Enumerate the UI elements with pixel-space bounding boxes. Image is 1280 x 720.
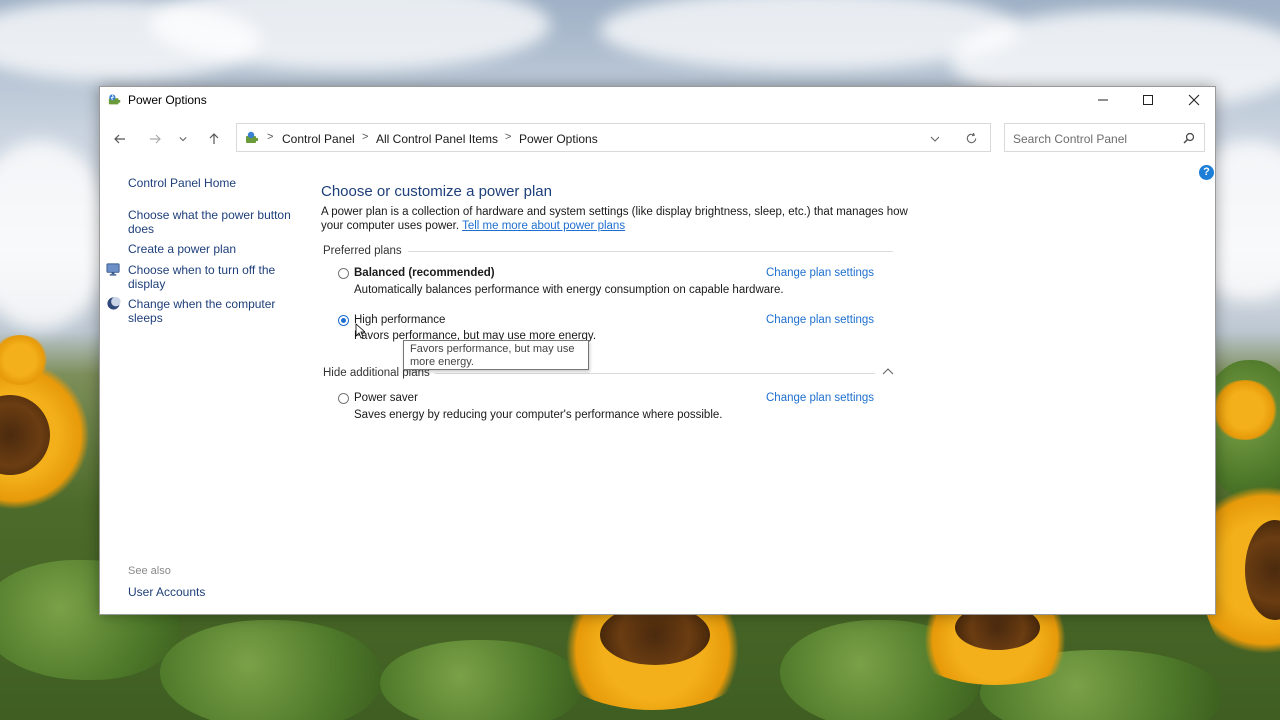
sidebar-item-power-button[interactable]: Choose what the power button does [128,208,298,236]
arrow-up-icon [209,133,219,144]
plan-name-high-performance[interactable]: High performance [354,314,445,326]
title-bar[interactable]: Power Options [100,87,1215,113]
tooltip: Favors performance, but may use more ene… [403,340,589,370]
plan-name-balanced[interactable]: Balanced (recommended) [354,267,495,279]
window-title: Power Options [128,93,207,107]
chevron-up-icon[interactable] [882,367,894,377]
change-plan-settings-high-performance[interactable]: Change plan settings [766,314,874,326]
tell-me-more-link[interactable]: Tell me more about power plans [462,220,625,232]
recent-locations-button[interactable] [177,130,189,148]
leaf [160,620,380,720]
forward-button[interactable] [146,130,164,148]
page-title: Choose or customize a power plan [321,183,552,200]
close-icon [1188,94,1200,106]
back-button[interactable] [111,130,129,148]
breadcrumb-separator: > [362,131,369,143]
search-placeholder: Search Control Panel [1013,132,1128,146]
see-also-label: See also [128,565,171,577]
power-saver-radio[interactable] [338,393,349,404]
address-bar[interactable]: > Control Panel > All Control Panel Item… [236,123,991,152]
search-box[interactable]: Search Control Panel [1004,123,1205,152]
display-icon [106,263,120,276]
plan-name-power-saver[interactable]: Power saver [354,392,418,404]
arrow-left-icon [114,134,125,144]
chevron-down-icon [179,137,187,142]
power-options-window: Power Options > Control Panel > All Cont… [99,86,1216,615]
moon-icon [107,296,121,310]
plan-desc-balanced: Automatically balances performance with … [354,284,784,296]
sidebar-control-panel-home[interactable]: Control Panel Home [128,176,298,190]
refresh-icon[interactable] [965,132,978,145]
divider [435,373,875,374]
up-button[interactable] [205,130,223,148]
breadcrumb-control-panel[interactable]: Control Panel [282,132,355,146]
sunflower [1210,380,1280,440]
sidebar-item-turn-off-display[interactable]: Choose when to turn off the display [128,263,298,291]
preferred-plans-label: Preferred plans [323,245,402,257]
breadcrumb-separator: > [267,131,274,143]
breadcrumb-power-options[interactable]: Power Options [519,132,598,146]
help-icon[interactable]: ? [1199,165,1214,180]
mouse-cursor-icon [355,323,365,339]
minimize-button[interactable] [1080,87,1126,113]
search-icon[interactable] [1183,132,1195,144]
maximize-icon [1143,95,1153,105]
change-plan-settings-power-saver[interactable]: Change plan settings [766,392,874,404]
cloud [0,140,110,330]
plan-desc-power-saver: Saves energy by reducing your computer's… [354,409,723,421]
sidebar-item-user-accounts[interactable]: User Accounts [128,585,298,599]
change-plan-settings-balanced[interactable]: Change plan settings [766,267,874,279]
minimize-icon [1098,99,1108,101]
close-button[interactable] [1171,87,1217,113]
chevron-down-icon[interactable] [930,135,940,143]
power-options-icon [108,94,121,105]
arrow-right-icon [150,134,161,144]
maximize-button[interactable] [1125,87,1171,113]
sidebar-item-computer-sleeps[interactable]: Change when the computer sleeps [128,297,298,325]
breadcrumb-all-items[interactable]: All Control Panel Items [376,132,498,146]
divider [408,251,893,252]
breadcrumb-separator: > [505,131,512,143]
control-panel-icon [246,131,258,143]
page-description: A power plan is a collection of hardware… [321,206,911,233]
balanced-radio[interactable] [338,268,349,279]
high-performance-radio[interactable] [338,315,349,326]
sidebar-item-create-plan[interactable]: Create a power plan [128,242,298,256]
